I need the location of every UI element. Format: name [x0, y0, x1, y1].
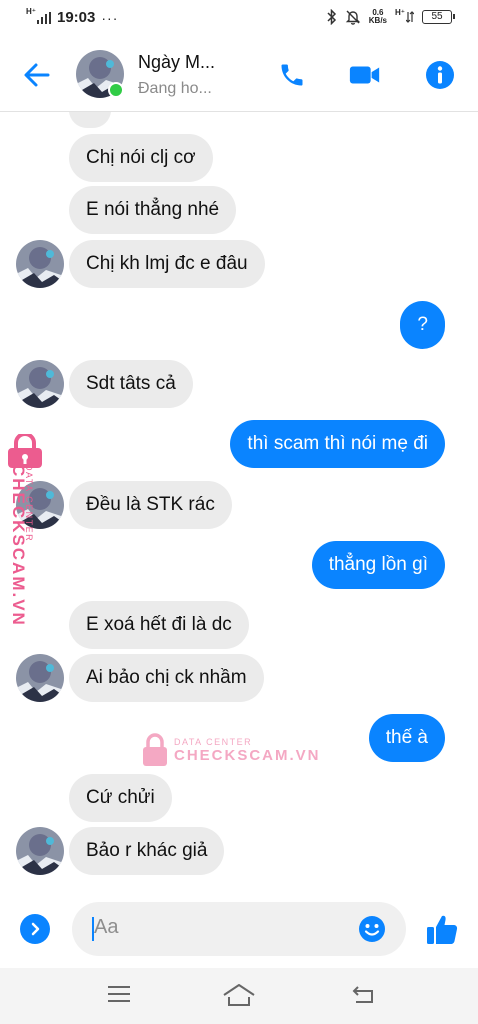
sender-avatar[interactable]	[16, 240, 64, 288]
bluetooth-icon	[327, 9, 336, 25]
message-bubble-incoming[interactable]: Ai bảo chị ck nhầm	[69, 654, 264, 702]
message-bubble-outgoing[interactable]: ?	[400, 301, 445, 349]
emoji-button[interactable]	[358, 915, 386, 943]
message-bubble-outgoing[interactable]: thì scam thì nói mẹ đi	[230, 420, 445, 468]
back-icon	[352, 986, 373, 1003]
sender-avatar[interactable]	[16, 360, 64, 408]
info-button[interactable]	[423, 58, 457, 92]
online-status-dot	[108, 82, 124, 98]
avatar-image	[16, 240, 64, 288]
message-bubble-incoming[interactable]: Đều là STK rác	[69, 481, 232, 529]
data-arrows-icon	[406, 11, 414, 23]
network-label: H⁺	[26, 6, 36, 16]
network-speed-unit: KB/s	[368, 16, 387, 25]
message-bubble-outgoing[interactable]: thế à	[368, 714, 445, 762]
message-bubble-partial	[69, 112, 111, 128]
message-bubble-outgoing[interactable]: thẳng lồn gì	[311, 541, 445, 589]
sender-avatar[interactable]	[16, 654, 64, 702]
contact-name[interactable]: Ngày M...	[138, 52, 215, 73]
network-indicator: H⁺	[26, 7, 51, 24]
status-time: 19:03	[57, 9, 96, 26]
nav-home-button[interactable]	[222, 983, 258, 1009]
network-speed: 0.6 KB/s	[369, 9, 387, 25]
status-bar: H⁺ 19:03 ··· 0.6 KB/s H⁺ 55	[0, 0, 478, 38]
network-label-right: H⁺	[395, 8, 405, 17]
phone-icon	[281, 64, 303, 86]
chat-header: Ngày M... Đang ho...	[0, 38, 478, 112]
menu-icon	[108, 986, 130, 1002]
chevron-right-icon	[31, 922, 40, 936]
video-call-button[interactable]	[348, 58, 382, 92]
message-bubble-incoming[interactable]: Chị kh lmj đc e đâu	[69, 240, 265, 288]
nav-back-button[interactable]	[350, 983, 380, 1009]
message-input[interactable]: Aa	[72, 902, 406, 956]
emoji-icon	[359, 916, 385, 942]
message-bubble-incoming[interactable]: Cứ chửi	[69, 774, 172, 822]
message-bubble-incoming[interactable]: Sdt tâts cả	[69, 360, 193, 408]
mute-bell-icon	[345, 10, 360, 25]
sender-avatar[interactable]	[16, 827, 64, 875]
message-input-placeholder: Aa	[94, 916, 119, 938]
nav-menu-button[interactable]	[106, 983, 136, 1009]
network-indicator-right: H⁺	[395, 8, 414, 23]
video-camera-icon	[349, 66, 380, 84]
call-button[interactable]	[275, 58, 309, 92]
system-navigation-bar	[0, 968, 478, 1024]
battery-level: 55	[431, 11, 443, 22]
contact-status: Đang ho...	[138, 80, 212, 97]
message-bubble-incoming[interactable]: Chị nói clj cơ	[69, 134, 213, 182]
avatar-image	[16, 360, 64, 408]
thumbs-up-icon	[427, 915, 458, 944]
message-list[interactable]: Chị nói clj cơ E nói thẳng nhé Chị kh lm…	[0, 112, 478, 890]
message-bubble-incoming[interactable]: Bảo r khác giả	[69, 827, 225, 875]
status-more: ···	[101, 9, 119, 26]
messenger-chat-screen: H⁺ 19:03 ··· 0.6 KB/s H⁺ 55 Ngày M... Đa…	[0, 0, 478, 1024]
info-icon	[426, 61, 454, 89]
avatar-image	[16, 481, 64, 529]
signal-icon	[37, 11, 51, 24]
home-icon	[223, 984, 255, 1006]
back-arrow-icon	[24, 63, 50, 87]
message-bubble-incoming[interactable]: E xoá hết đi là dc	[69, 601, 249, 649]
back-button[interactable]	[20, 58, 54, 92]
like-button[interactable]	[424, 912, 460, 948]
battery-indicator: 55	[422, 10, 455, 24]
sender-avatar[interactable]	[16, 481, 64, 529]
avatar-image	[16, 827, 64, 875]
message-bubble-incoming[interactable]: E nói thẳng nhé	[69, 186, 237, 234]
message-composer: Aa	[0, 890, 478, 968]
avatar-image	[16, 654, 64, 702]
expand-actions-button[interactable]	[20, 914, 50, 944]
